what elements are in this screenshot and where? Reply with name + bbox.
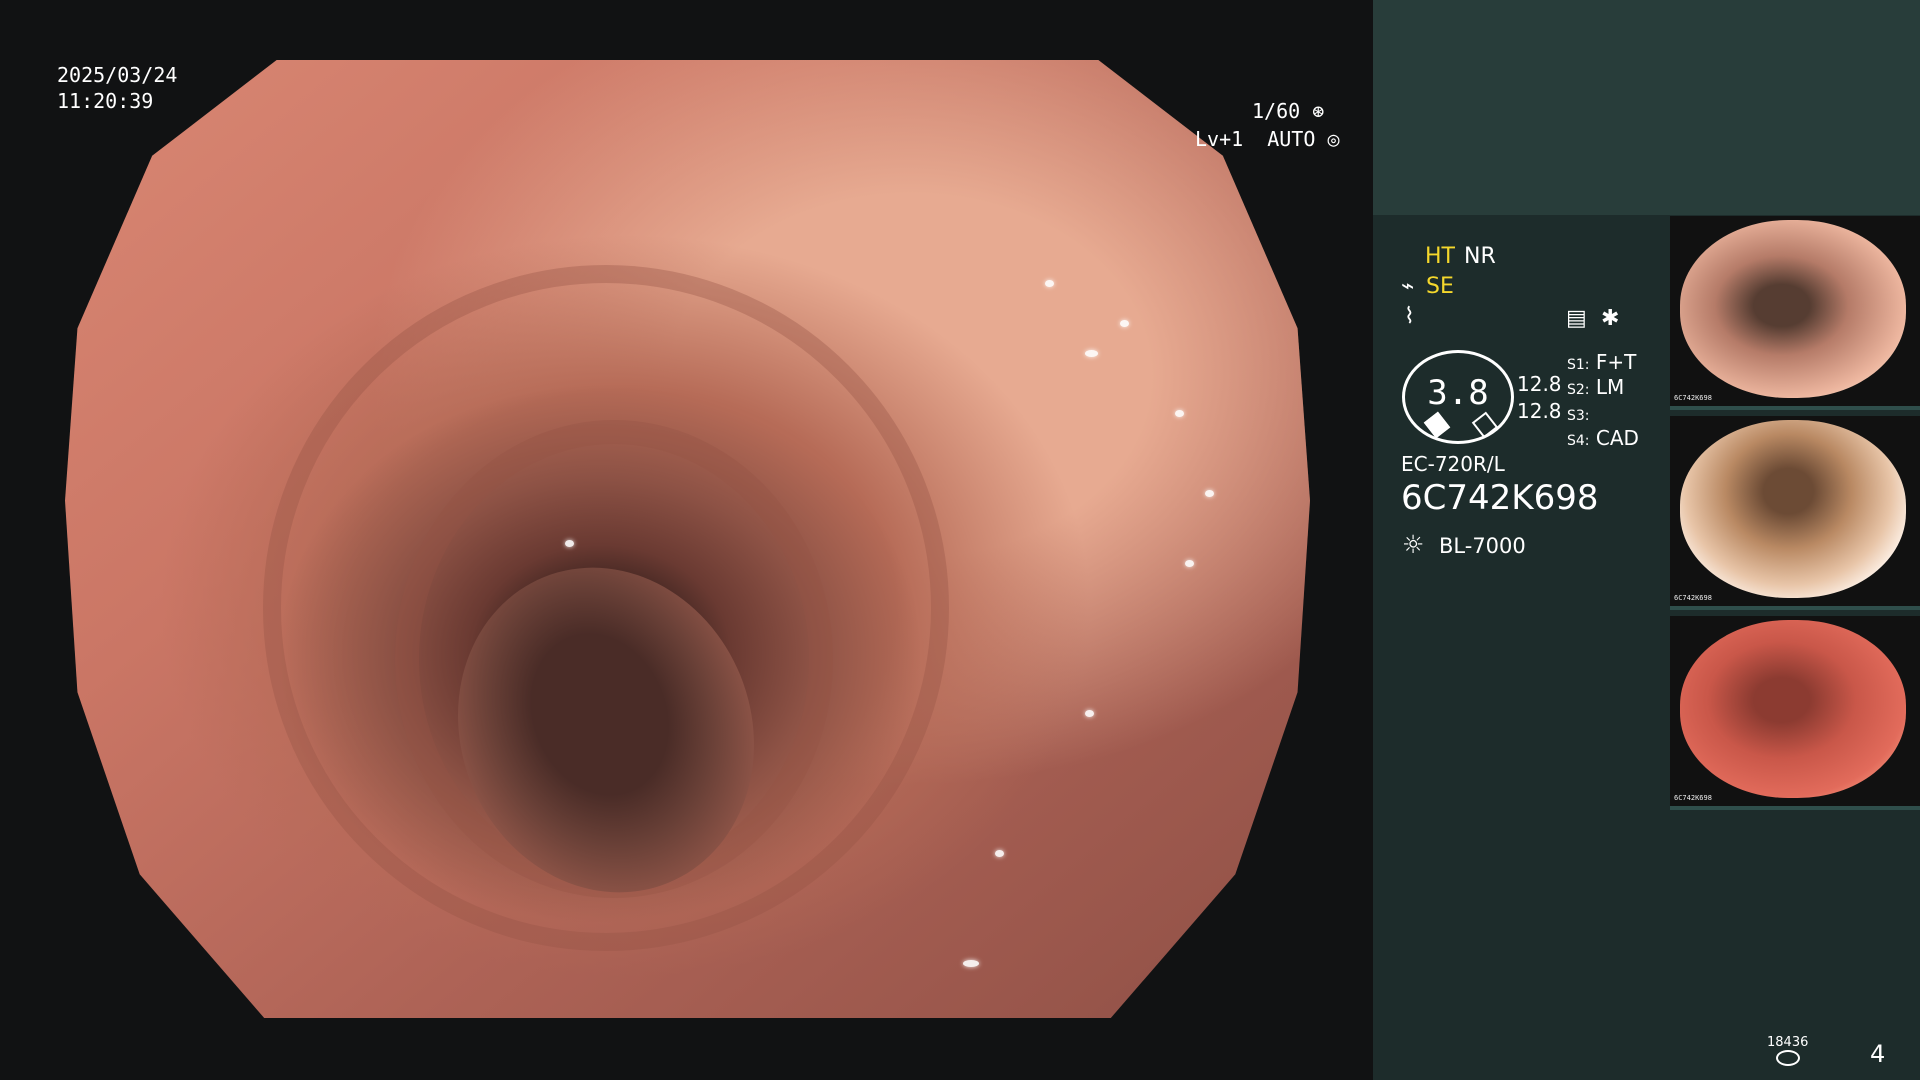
specular-highlight [1185,560,1194,567]
gauge-value: 3.8 [1427,373,1489,413]
capture-thumbnail[interactable]: 6C742K698 [1670,416,1920,610]
setting-s4-value: CAD [1595,426,1639,450]
setting-s4: S4: CAD [1567,424,1639,455]
memory-icon: ▤ [1566,306,1587,331]
scope-serial: 6C742K698 [1401,478,1599,518]
brightness-readout: Lv+1 AUTO ◎ [1195,126,1339,152]
gauge-lower-value: 12.8 [1517,399,1562,423]
se-label: SE [1426,274,1454,299]
level-text: Lv+1 [1195,127,1244,151]
shutter-text: 1/60 [1252,99,1301,123]
top-status-block [1373,0,1920,215]
specular-highlight [1120,320,1129,327]
capture-date: 2025/03/24 [57,63,178,87]
setting-s4-key: S4: [1567,433,1590,449]
gauge-right-mark [1471,411,1499,439]
specular-highlight [1175,410,1184,417]
endoscope-main-view: 2025/03/24 11:20:39 1/60 ⊛ Lv+1 AUTO ◎ [0,0,1373,1080]
gauge-circle: 3.8 [1402,350,1514,444]
specular-highlight [565,540,574,547]
ht-label: HT [1425,244,1455,269]
capture-thumbnail[interactable]: 6C742K698 [1670,216,1920,410]
processor-status-panel: HT NR ⌁ SE ⌇ ▤ ✱ 3.8 12.8 12.8 S1: F+T S… [1373,0,1920,1080]
page-number: 4 [1870,1040,1886,1068]
aperture-icon: ⊛ [1312,99,1325,123]
gauge-left-mark [1423,411,1451,439]
specular-highlight [1045,280,1054,287]
nr-label: NR [1464,244,1496,269]
thumbnail-label: 6C742K698 [1674,594,1712,602]
setting-s1-value: F+T [1595,350,1637,374]
light-source-label: BL-7000 [1439,534,1526,558]
shutter-readout: 1/60 ⊛ [1252,98,1324,124]
thumbnail-label: 6C742K698 [1674,394,1712,402]
thumbnail-label: 6C742K698 [1674,794,1712,802]
colonoscopy-image [65,60,1310,1018]
scope-model: EC-720R/L [1401,452,1505,476]
specular-highlight [995,850,1004,857]
capture-time: 11:20:39 [57,89,154,113]
capture-thumbnail-strip: 6C742K698 6C742K698 6C742K698 [1670,216,1920,816]
gauge-upper-value: 12.8 [1517,372,1562,396]
setting-s2-value: LM [1595,375,1625,399]
auto-text: AUTO [1267,127,1316,151]
setting-s2-key: S2: [1567,382,1590,398]
specular-highlight [963,960,979,967]
structure-icon: ⌁ [1401,274,1415,299]
setting-s1-key: S1: [1567,357,1590,373]
auto-iris-icon: ◎ [1327,127,1340,151]
specular-highlight [1085,710,1094,717]
freeze-symbol: ⌇ [1404,304,1415,329]
storage-icon [1776,1050,1800,1066]
capture-thumbnail[interactable]: 6C742K698 [1670,616,1920,810]
setting-s3-key: S3: [1567,408,1590,424]
specular-highlight [1205,490,1214,497]
memory-symbol: ✱ [1601,306,1620,331]
specular-highlight [1085,350,1098,357]
light-source-icon: ☼ [1402,530,1425,559]
